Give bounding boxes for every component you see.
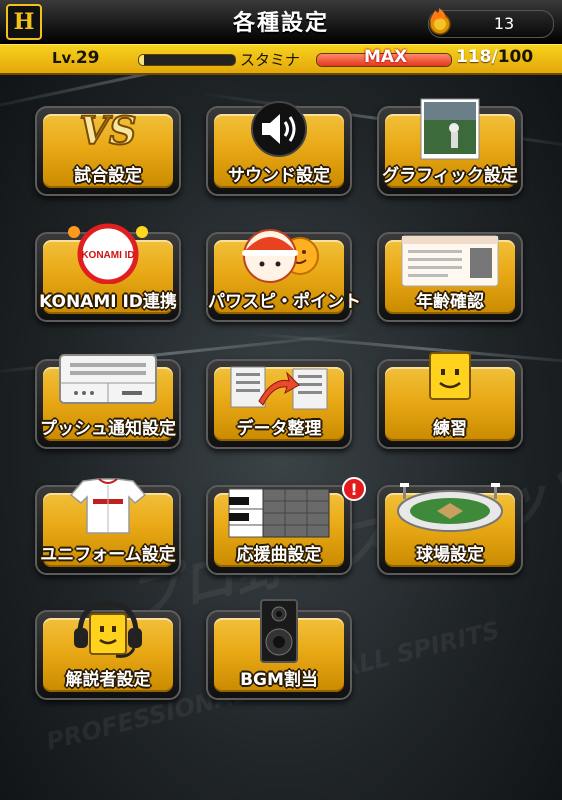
stamina-value: 118/100 xyxy=(456,47,533,67)
headset-icon xyxy=(74,601,142,658)
sound-settings-button[interactable]: サウンド設定 xyxy=(206,101,352,196)
practice-label: 練習 xyxy=(433,419,467,439)
speaker-icon xyxy=(251,101,307,157)
pawapuro-mascot-icon xyxy=(242,229,319,283)
id-card-icon xyxy=(401,235,499,287)
stadium-settings-label: 球場設定 xyxy=(416,545,484,565)
currency-count: 13 xyxy=(493,14,515,33)
experience-bar-fill xyxy=(139,55,144,65)
photo-icon xyxy=(420,98,480,160)
stamina-max-tag: MAX xyxy=(364,47,408,67)
data-cleanup-label: データ整理 xyxy=(236,419,322,439)
status-bar: Lv.29 スタミナ MAX 118/100 xyxy=(0,44,562,75)
practice-button[interactable]: 練習 xyxy=(377,352,523,449)
uniform-icon xyxy=(69,478,147,534)
graphic-settings-label: グラフィック設定 xyxy=(382,166,518,186)
level-display: Lv.29 xyxy=(52,48,99,68)
match-settings-button[interactable]: VS 試合設定 xyxy=(35,106,181,196)
konami-id-icon: KONAMI ID xyxy=(68,223,148,284)
pawaspi-point-label: パワスピ・ポイント xyxy=(208,292,361,312)
sound-settings-label: サウンド設定 xyxy=(228,166,330,186)
notification-panel-icon xyxy=(59,354,157,404)
age-verification-button[interactable]: 年齢確認 xyxy=(377,232,523,322)
match-settings-label: 試合設定 xyxy=(74,166,142,186)
push-notification-settings-label: プッシュ通知設定 xyxy=(40,419,176,439)
stamina-max: 100 xyxy=(497,47,534,67)
header-bar: H 各種設定 13 xyxy=(0,0,562,45)
stamina-label: スタミナ xyxy=(240,51,301,69)
vs-icon-text: VS xyxy=(80,108,137,152)
push-notification-settings-button[interactable]: プッシュ通知設定 xyxy=(35,354,181,449)
bgm-assignment-label: BGM割当 xyxy=(240,670,318,690)
smiley-block-icon xyxy=(429,352,471,400)
cheer-song-settings-button[interactable]: ! 応援曲設定 xyxy=(206,477,366,575)
loudspeaker-icon xyxy=(260,599,298,663)
fire-coin-icon xyxy=(429,8,451,35)
uniform-settings-label: ユニフォーム設定 xyxy=(40,545,176,565)
konami-id-icon-text: KONAMI ID xyxy=(81,250,134,261)
commentator-settings-label: 解説者設定 xyxy=(65,670,151,690)
uniform-settings-button[interactable]: ユニフォーム設定 xyxy=(35,478,181,575)
level-value: 29 xyxy=(75,48,100,68)
data-transfer-icon xyxy=(230,366,328,410)
currency-display[interactable]: 13 xyxy=(428,8,554,38)
commentator-settings-button[interactable]: 解説者設定 xyxy=(35,601,181,700)
data-cleanup-button[interactable]: データ整理 xyxy=(206,359,352,449)
bgm-assignment-button[interactable]: BGM割当 xyxy=(206,599,352,700)
experience-bar xyxy=(138,54,236,66)
age-verification-label: 年齢確認 xyxy=(416,292,484,312)
stadium-icon xyxy=(397,483,503,532)
vs-icon: VS xyxy=(79,108,138,152)
graphic-settings-button[interactable]: グラフィック設定 xyxy=(377,98,523,196)
new-item-badge: ! xyxy=(342,477,366,501)
cheer-song-settings-label: 応援曲設定 xyxy=(236,545,322,565)
stadium-settings-button[interactable]: 球場設定 xyxy=(377,483,523,575)
konami-id-link-button[interactable]: KONAMI ID KONAMI ID連携 xyxy=(35,223,181,322)
pawaspi-point-button[interactable]: パワスピ・ポイント xyxy=(206,229,361,322)
stamina-current: 118 xyxy=(456,47,492,67)
konami-id-link-label: KONAMI ID連携 xyxy=(39,292,177,312)
piano-keys-icon xyxy=(228,488,330,538)
level-prefix: Lv. xyxy=(52,49,76,67)
